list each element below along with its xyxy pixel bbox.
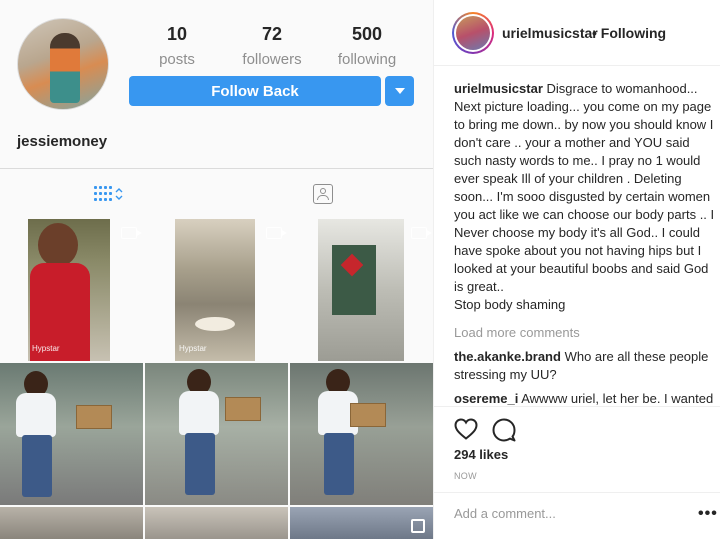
caption-author[interactable]: urielmusicstar xyxy=(454,81,543,96)
stat-following[interactable]: 500 following xyxy=(322,24,412,68)
followers-label: followers xyxy=(242,51,302,68)
caption-text-last: Stop body shaming xyxy=(454,297,566,312)
grid-post[interactable] xyxy=(290,363,433,505)
comment-item: the.akanke.brand Who are all these peopl… xyxy=(454,348,716,384)
more-options-icon[interactable]: ••• xyxy=(698,505,718,523)
stat-followers[interactable]: 72 followers xyxy=(227,24,317,68)
tagged-icon[interactable] xyxy=(313,184,333,204)
comments-list[interactable]: urielmusicstar Disgrace to womanhood... … xyxy=(454,80,716,406)
author-avatar[interactable] xyxy=(452,12,494,54)
grid-post[interactable] xyxy=(290,219,433,361)
post-timestamp: NOW xyxy=(454,471,477,481)
actions-divider xyxy=(434,406,720,407)
followers-count: 72 xyxy=(261,24,283,44)
watermark: Hypstar xyxy=(32,344,60,353)
likes-count[interactable]: 294 likes xyxy=(454,447,508,462)
watermark: Hypstar xyxy=(179,344,207,353)
caption-text: Disgrace to womanhood... Next picture lo… xyxy=(454,81,715,294)
comment-divider xyxy=(434,492,720,493)
posts-count: 10 xyxy=(166,24,188,44)
grid-post[interactable] xyxy=(0,363,143,505)
grid-post[interactable] xyxy=(0,507,143,539)
chevron-down-icon xyxy=(394,88,405,94)
post-header: urielmusicstar • Following xyxy=(434,0,720,66)
comment-author[interactable]: the.akanke.brand xyxy=(454,349,561,364)
grid-post[interactable] xyxy=(145,363,288,505)
follow-back-button[interactable]: Follow Back xyxy=(129,76,381,106)
grid-post[interactable]: Hypstar xyxy=(0,219,143,361)
comment-icon[interactable] xyxy=(492,418,516,442)
following-status[interactable]: • Following xyxy=(592,25,666,41)
comment-item: osereme_i Awwww uriel, let her be. I wan… xyxy=(454,390,716,406)
posts-label: posts xyxy=(159,51,195,68)
comment-author[interactable]: osereme_i xyxy=(454,391,518,406)
posts-grid: Hypstar Hypstar xyxy=(0,219,433,539)
suggestions-dropdown-button[interactable] xyxy=(385,76,414,106)
profile-panel: 10 posts 72 followers 500 following Foll… xyxy=(0,0,433,539)
grid-post[interactable] xyxy=(290,507,433,539)
grid-post[interactable]: Hypstar xyxy=(145,219,288,361)
post-author[interactable]: urielmusicstar xyxy=(502,25,598,41)
profile-avatar[interactable] xyxy=(17,18,109,110)
following-label: following xyxy=(337,51,397,68)
following-count: 500 xyxy=(351,24,383,44)
video-icon xyxy=(121,227,142,239)
heart-icon[interactable] xyxy=(454,418,478,440)
load-more-comments[interactable]: Load more comments xyxy=(454,324,716,342)
video-icon xyxy=(266,227,287,239)
tabs-divider xyxy=(0,168,433,169)
post-panel: urielmusicstar • Following urielmusicsta… xyxy=(433,0,720,539)
grid-post[interactable] xyxy=(145,507,288,539)
caption: urielmusicstar Disgrace to womanhood... … xyxy=(454,80,716,314)
add-comment-input[interactable]: Add a comment... xyxy=(454,506,556,521)
multiple-photos-icon xyxy=(411,519,425,533)
grid-icon[interactable] xyxy=(94,184,124,204)
video-icon xyxy=(411,227,432,239)
profile-username: jessiemoney xyxy=(17,133,108,150)
stat-posts[interactable]: 10 posts xyxy=(132,24,222,68)
